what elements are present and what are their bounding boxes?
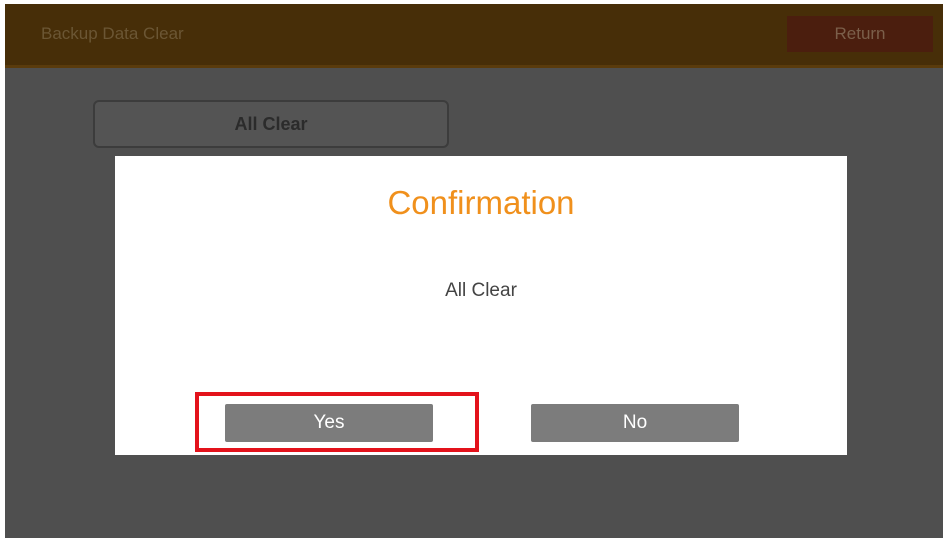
return-button[interactable]: Return	[787, 16, 933, 52]
header-bar: Backup Data Clear Return	[5, 4, 943, 68]
no-button[interactable]: No	[531, 404, 739, 442]
confirmation-dialog: Confirmation All Clear Yes No	[115, 156, 847, 455]
dialog-title: Confirmation	[387, 184, 575, 221]
page-title: Backup Data Clear	[41, 24, 184, 43]
yes-button[interactable]: Yes	[225, 404, 433, 442]
all-clear-button[interactable]: All Clear	[93, 100, 449, 148]
dialog-message: All Clear	[445, 280, 517, 301]
device-screen: Backup Data Clear Return All Clear Confi…	[5, 4, 943, 538]
